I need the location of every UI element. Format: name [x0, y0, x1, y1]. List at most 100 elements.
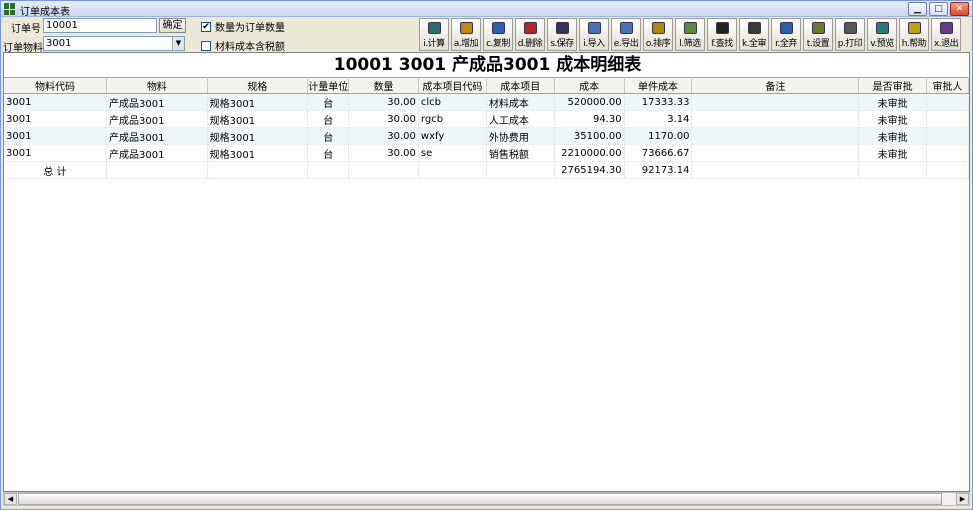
table-cell[interactable]: [926, 144, 969, 162]
add-button[interactable]: a.增加: [451, 18, 481, 51]
checkbox-unchecked-icon[interactable]: [201, 40, 211, 51]
table-cell[interactable]: [926, 110, 969, 128]
table-cell[interactable]: 1170.00: [624, 127, 693, 145]
settings-button[interactable]: t.设置: [803, 18, 833, 51]
column-header[interactable]: 备注: [691, 77, 860, 94]
table-cell[interactable]: 2210000.00: [554, 144, 625, 162]
table-cell[interactable]: 30.00: [348, 127, 419, 145]
table-cell[interactable]: 3001: [4, 93, 107, 111]
column-header[interactable]: 计量单位: [307, 77, 350, 94]
table-cell[interactable]: 35100.00: [554, 127, 625, 145]
table-cell[interactable]: 规格3001: [207, 93, 309, 111]
material-cost-tax-checkbox[interactable]: 材料成本含税额: [201, 38, 285, 53]
table-cell[interactable]: clcb: [418, 93, 487, 111]
table-row[interactable]: 3001 产成品3001 规格3001 台 30.00 wxfy 外协费用 35100.00 1…: [4, 127, 969, 145]
filter-button[interactable]: l.筛选: [675, 18, 705, 51]
table-row[interactable]: 3001 产成品3001 规格3001 台 30.00 se 销售税额 2210000.00 7…: [4, 144, 969, 162]
table-cell[interactable]: 台: [307, 127, 350, 145]
table-cell[interactable]: 17333.33: [624, 93, 693, 111]
table-row[interactable]: 3001 产成品3001 规格3001 台 30.00 clcb 材料成本 520000.00…: [4, 93, 969, 111]
table-cell[interactable]: 外协费用: [486, 127, 555, 145]
table-cell[interactable]: 规格3001: [207, 110, 309, 128]
table-cell[interactable]: 未审批: [858, 144, 927, 162]
table-cell[interactable]: rgcb: [418, 110, 487, 128]
approve-all-button[interactable]: k.全审: [739, 18, 769, 51]
column-header[interactable]: 规格: [207, 77, 309, 94]
table-cell[interactable]: 30.00: [348, 110, 419, 128]
discard-all-button[interactable]: r.全弃: [771, 18, 801, 51]
table-cell[interactable]: [926, 93, 969, 111]
table-cell[interactable]: [926, 127, 969, 145]
scroll-left-icon[interactable]: ◀: [4, 493, 17, 505]
qty-as-order-checkbox[interactable]: ✔ 数量为订单数量: [201, 19, 285, 34]
table-cell[interactable]: [691, 93, 860, 111]
table-cell[interactable]: 3001: [4, 127, 107, 145]
column-header[interactable]: 物料代码: [4, 77, 107, 94]
table-cell[interactable]: 520000.00: [554, 93, 625, 111]
toolbar-button-label: d.删除: [517, 39, 543, 49]
table-cell[interactable]: 3001: [4, 144, 107, 162]
minimize-button[interactable]: ▁: [908, 2, 927, 16]
calc-button[interactable]: i.计算: [419, 18, 449, 51]
table-cell[interactable]: 未审批: [858, 110, 927, 128]
table-cell[interactable]: 台: [307, 110, 350, 128]
column-header[interactable]: 成本: [554, 77, 625, 94]
exit-button[interactable]: x.退出: [931, 18, 961, 51]
total-row[interactable]: 总 计 2765194.30 92173.14: [4, 161, 969, 179]
delete-button[interactable]: d.删除: [515, 18, 545, 51]
column-header[interactable]: 成本项目: [486, 77, 555, 94]
table-cell[interactable]: 73666.67: [624, 144, 693, 162]
close-button[interactable]: ✕: [950, 2, 969, 16]
export-button[interactable]: e.导出: [611, 18, 641, 51]
import-button[interactable]: i.导入: [579, 18, 609, 51]
copy-button[interactable]: c.复制: [483, 18, 513, 51]
scrollbar-thumb[interactable]: [18, 493, 942, 505]
table-cell[interactable]: 3.14: [624, 110, 693, 128]
table-cell[interactable]: 台: [307, 93, 350, 111]
table-cell[interactable]: 30.00: [348, 144, 419, 162]
table-cell[interactable]: 产成品3001: [106, 93, 208, 111]
table-cell[interactable]: 94.30: [554, 110, 625, 128]
table-cell[interactable]: 规格3001: [207, 127, 309, 145]
table-cell[interactable]: 材料成本: [486, 93, 555, 111]
printer-icon: [843, 22, 857, 34]
table-cell[interactable]: 产成品3001: [106, 110, 208, 128]
order-material-select[interactable]: 3001 ▼: [43, 36, 185, 51]
table-cell[interactable]: 未审批: [858, 93, 927, 111]
table-row[interactable]: 3001 产成品3001 规格3001 台 30.00 rgcb 人工成本 94.30 3.14…: [4, 110, 969, 128]
horizontal-scrollbar[interactable]: ◀ ▶: [3, 492, 970, 506]
maximize-button[interactable]: □: [929, 2, 948, 16]
sort-button[interactable]: o.排序: [643, 18, 673, 51]
column-header[interactable]: 单件成本: [624, 77, 693, 94]
column-header[interactable]: 物料: [106, 77, 208, 94]
table-cell[interactable]: 30.00: [348, 93, 419, 111]
order-number-input[interactable]: [43, 18, 157, 33]
checkbox-checked-icon[interactable]: ✔: [201, 21, 211, 32]
table-cell[interactable]: 产成品3001: [106, 127, 208, 145]
column-header[interactable]: 成本项目代码: [418, 77, 487, 94]
table-cell[interactable]: [691, 127, 860, 145]
print-button[interactable]: p.打印: [835, 18, 865, 51]
confirm-button[interactable]: 确定: [159, 18, 186, 33]
column-header[interactable]: 数量: [348, 77, 419, 94]
table-cell[interactable]: 未审批: [858, 127, 927, 145]
table-cell[interactable]: 产成品3001: [106, 144, 208, 162]
table-cell[interactable]: wxfy: [418, 127, 487, 145]
scroll-right-icon[interactable]: ▶: [956, 493, 969, 505]
find-button[interactable]: f.查找: [707, 18, 737, 51]
preview-button[interactable]: v.预览: [867, 18, 897, 51]
table-cell[interactable]: se: [418, 144, 487, 162]
column-header[interactable]: 审批人: [926, 77, 969, 94]
table-cell[interactable]: 销售税额: [486, 144, 555, 162]
table-cell[interactable]: [691, 144, 860, 162]
material-cost-tax-label: 材料成本含税额: [215, 42, 285, 53]
help-button[interactable]: h.帮助: [899, 18, 929, 51]
column-header[interactable]: 是否审批: [858, 77, 927, 94]
save-button[interactable]: s.保存: [547, 18, 577, 51]
chevron-down-icon[interactable]: ▼: [172, 37, 184, 50]
table-cell[interactable]: 规格3001: [207, 144, 309, 162]
table-cell[interactable]: 台: [307, 144, 350, 162]
table-cell[interactable]: 人工成本: [486, 110, 555, 128]
table-cell[interactable]: 3001: [4, 110, 107, 128]
table-cell[interactable]: [691, 110, 860, 128]
